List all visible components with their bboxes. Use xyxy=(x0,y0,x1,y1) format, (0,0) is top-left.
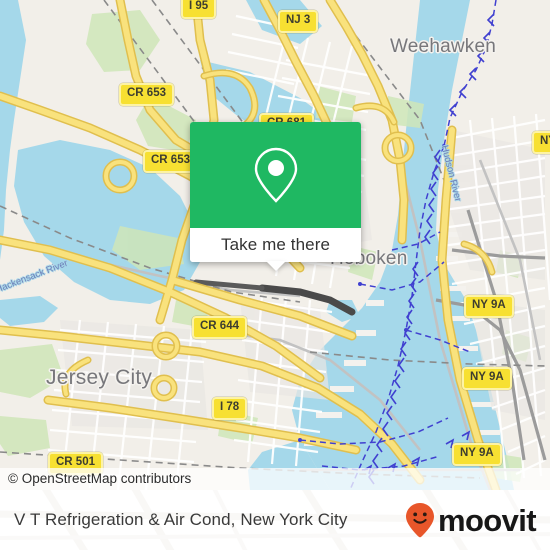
callout-tail xyxy=(265,261,286,271)
take-me-there-label: Take me there xyxy=(220,235,331,254)
moovit-map-page: Weehawken Hoboken Jersey City Hackensack… xyxy=(0,0,550,550)
shield-ny: NY xyxy=(532,131,550,154)
map-canvas[interactable]: Weehawken Hoboken Jersey City Hackensack… xyxy=(0,0,550,490)
moovit-logo[interactable]: moovit xyxy=(405,502,537,538)
shield-cr-644: CR 644 xyxy=(192,316,247,339)
poi-card-image xyxy=(190,122,361,228)
shield-i-78: I 78 xyxy=(212,397,248,420)
shield-nj-3: NJ 3 xyxy=(278,10,319,33)
take-me-there-button[interactable]: Take me there xyxy=(190,228,361,262)
poi-title: V T Refrigeration & Air Cond, New York C… xyxy=(14,510,348,529)
page-footer: V T Refrigeration & Air Cond, New York C… xyxy=(0,490,550,550)
map-pin-icon xyxy=(254,147,297,203)
shield-ny-9a-south: NY 9A xyxy=(452,443,502,466)
shield-cr-653-north: CR 653 xyxy=(119,83,174,106)
moovit-wordmark: moovit xyxy=(437,502,537,538)
shield-i-95: I 95 xyxy=(181,0,217,19)
shield-ny-9a-mid: NY 9A xyxy=(462,367,512,390)
moovit-smiley-pin-icon xyxy=(405,503,434,538)
osm-attribution[interactable]: © OpenStreetMap contributors xyxy=(0,468,550,490)
shield-ny-9a-north: NY 9A xyxy=(464,295,514,318)
poi-callout-card[interactable]: Take me there xyxy=(190,122,361,271)
